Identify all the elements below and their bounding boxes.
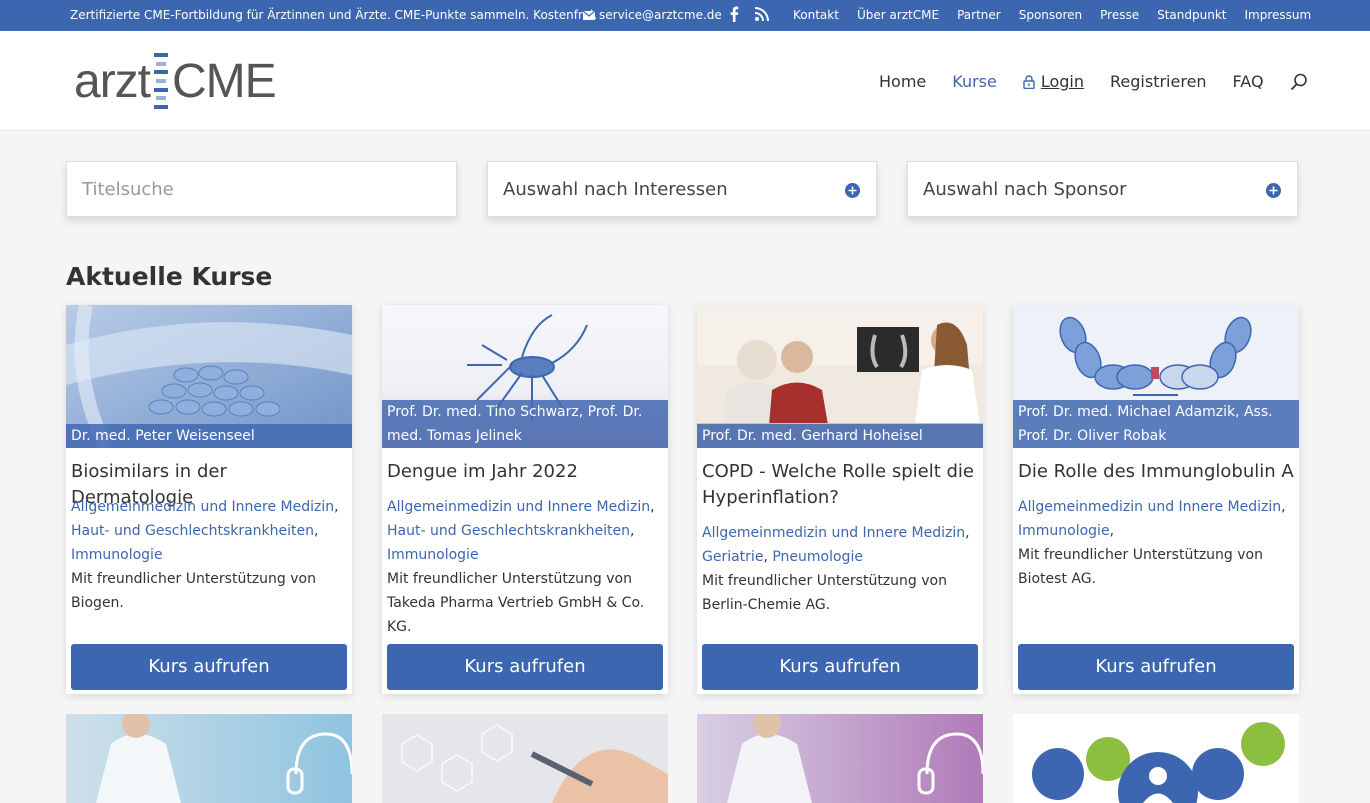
nav-login[interactable]: Login xyxy=(1023,72,1084,91)
course-categories: Allgemeinmedizin und Innere Medizin, Imm… xyxy=(1018,499,1286,587)
interests-filter[interactable]: Auswahl nach Interessen xyxy=(487,161,877,217)
sponsor-filter[interactable]: Auswahl nach Sponsor xyxy=(907,161,1298,217)
top-link-impressum[interactable]: Impressum xyxy=(1245,8,1312,22)
vaccination-image xyxy=(382,714,668,803)
course-categories: Allgemeinmedizin und Innere Medizin, Hau… xyxy=(71,499,339,611)
course-image[interactable]: Dr. med. Peter Weisenseel xyxy=(66,305,352,448)
course-title[interactable]: Die Rolle des Immunglobulin A xyxy=(1018,459,1294,485)
course-support: Mit freundlicher Unterstützung von Berli… xyxy=(702,573,947,613)
course-image[interactable]: Prof. Dr. med. Michael Adamzik, Ass. Pro… xyxy=(1013,305,1299,448)
section-title: Aktuelle Kurse xyxy=(66,262,273,291)
course-card: Dr. med. Peter Weisenseel Biosimilars in… xyxy=(66,305,352,694)
course-card: Prof. Dr. med. Michael Adamzik, Ass. Pro… xyxy=(1013,305,1299,694)
top-link-kontakt[interactable]: Kontakt xyxy=(793,8,839,22)
site-header: arzt CME Home Kurse Login Registrieren F… xyxy=(0,31,1370,131)
course-card-image[interactable] xyxy=(66,714,352,803)
course-author: Prof. Dr. med. Michael Adamzik, Ass. Pro… xyxy=(1013,400,1299,448)
open-course-button[interactable]: Kurs aufrufen xyxy=(387,644,663,690)
course-image[interactable]: Prof. Dr. med. Gerhard Hoheisel xyxy=(697,305,983,448)
course-card: Prof. Dr. med. Tino Schwarz, Prof. Dr. m… xyxy=(382,305,668,694)
category-link[interactable]: Allgemeinmedizin und Innere Medizin xyxy=(71,499,334,515)
plus-circle-icon xyxy=(845,183,860,198)
email-link[interactable]: service@arztcme.de xyxy=(583,8,722,22)
main-nav: Home Kurse Login Registrieren FAQ xyxy=(879,72,1308,91)
top-link-sponsoren[interactable]: Sponsoren xyxy=(1019,8,1082,22)
lock-icon xyxy=(1023,74,1035,89)
email-text: service@arztcme.de xyxy=(599,8,722,22)
course-card-image[interactable] xyxy=(382,714,668,803)
top-link-standpunkt[interactable]: Standpunkt xyxy=(1157,8,1226,22)
logo-text-cme: CME xyxy=(172,54,277,108)
course-card-image[interactable] xyxy=(1013,714,1299,803)
category-link[interactable]: Pneumologie xyxy=(772,549,863,565)
course-categories: Allgemeinmedizin und Innere Medizin, Hau… xyxy=(387,499,655,635)
category-link[interactable]: Haut- und Geschlechtskrankheiten xyxy=(71,523,314,539)
open-course-button[interactable]: Kurs aufrufen xyxy=(1018,644,1294,690)
nav-home[interactable]: Home xyxy=(879,72,926,91)
logo-bars xyxy=(154,53,169,109)
open-course-button[interactable]: Kurs aufrufen xyxy=(71,644,347,690)
envelope-icon xyxy=(583,10,595,20)
category-link[interactable]: Allgemeinmedizin und Innere Medizin xyxy=(387,499,650,515)
nav-courses[interactable]: Kurse xyxy=(952,72,997,91)
nav-login-label: Login xyxy=(1040,72,1085,91)
course-author: Dr. med. Peter Weisenseel xyxy=(66,424,352,448)
sponsor-filter-label: Auswahl nach Sponsor xyxy=(923,179,1127,200)
search-icon[interactable] xyxy=(1290,73,1308,91)
doctor-headphones-image xyxy=(66,714,352,803)
top-bar-claim: Zertifizierte CME-Fortbildung für Ärztin… xyxy=(70,8,598,22)
category-link[interactable]: Allgemeinmedizin und Innere Medizin xyxy=(702,525,965,541)
category-link[interactable]: Immunologie xyxy=(71,547,163,563)
rss-icon[interactable] xyxy=(755,7,769,21)
top-bar: Zertifizierte CME-Fortbildung für Ärztin… xyxy=(0,0,1370,31)
course-card-image[interactable] xyxy=(697,714,983,803)
category-link[interactable]: Immunologie xyxy=(1018,523,1110,539)
course-title[interactable]: COPD - Welche Rolle spielt die Hyperinfl… xyxy=(702,459,978,511)
course-card: Prof. Dr. med. Gerhard Hoheisel COPD - W… xyxy=(697,305,983,694)
top-link-ueber[interactable]: Über arztCME xyxy=(857,8,939,22)
logo-text-arzt: arzt xyxy=(74,54,151,108)
interests-filter-label: Auswahl nach Interessen xyxy=(503,179,728,200)
course-support: Mit freundlicher Unterstützung von Biote… xyxy=(1018,547,1263,587)
course-author: Prof. Dr. med. Gerhard Hoheisel xyxy=(697,424,983,448)
course-title[interactable]: Dengue im Jahr 2022 xyxy=(387,459,663,485)
title-search-box xyxy=(66,161,457,217)
site-logo[interactable]: arzt CME xyxy=(74,51,277,111)
top-links: Kontakt Über arztCME Partner Sponsoren P… xyxy=(793,8,1311,22)
course-support: Mit freundlicher Unterstützung von Taked… xyxy=(387,571,645,635)
category-link[interactable]: Allgemeinmedizin und Innere Medizin xyxy=(1018,499,1281,515)
nav-register[interactable]: Registrieren xyxy=(1110,72,1207,91)
category-link[interactable]: Geriatrie xyxy=(702,549,763,565)
course-categories: Allgemeinmedizin und Innere Medizin, Ger… xyxy=(702,525,970,613)
top-link-presse[interactable]: Presse xyxy=(1100,8,1139,22)
top-link-partner[interactable]: Partner xyxy=(957,8,1001,22)
facebook-icon[interactable] xyxy=(729,6,739,22)
doctor-headphones-image xyxy=(697,714,983,803)
course-support: Mit freundlicher Unterstützung von Bioge… xyxy=(71,571,316,611)
plus-circle-icon xyxy=(1266,183,1281,198)
gears-icons-image xyxy=(1013,714,1299,803)
category-link[interactable]: Haut- und Geschlechtskrankheiten xyxy=(387,523,630,539)
open-course-button[interactable]: Kurs aufrufen xyxy=(702,644,978,690)
nav-faq[interactable]: FAQ xyxy=(1233,72,1264,91)
course-author: Prof. Dr. med. Tino Schwarz, Prof. Dr. m… xyxy=(382,400,668,448)
title-search-input[interactable] xyxy=(67,162,456,216)
course-image[interactable]: Prof. Dr. med. Tino Schwarz, Prof. Dr. m… xyxy=(382,305,668,448)
category-link[interactable]: Immunologie xyxy=(387,547,479,563)
